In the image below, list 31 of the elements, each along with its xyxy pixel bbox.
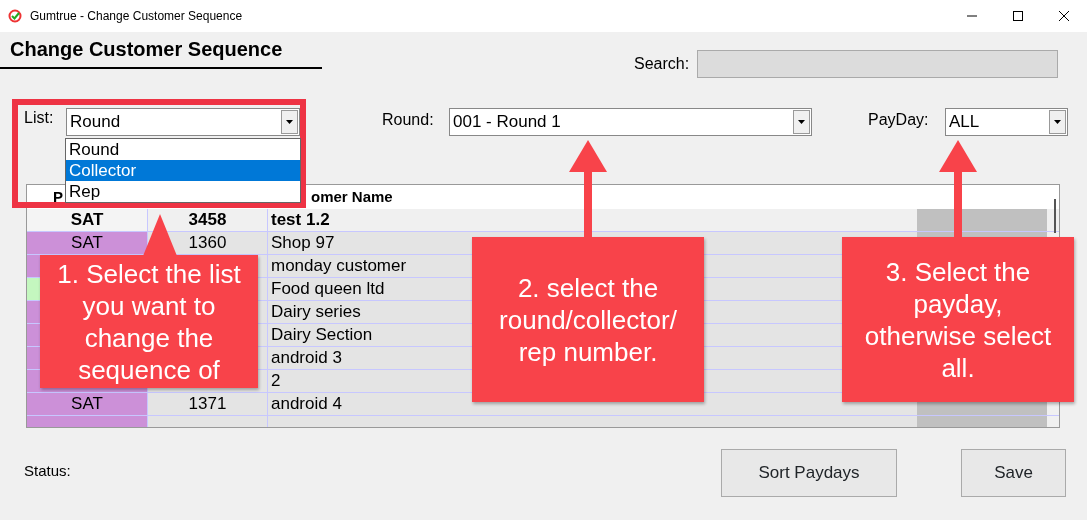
maximize-icon[interactable] xyxy=(1013,11,1023,21)
dropdown-option[interactable]: Rep xyxy=(66,181,300,202)
filter-label: List: xyxy=(24,108,54,128)
table-cell: 1371 xyxy=(147,393,267,415)
search-field[interactable] xyxy=(697,50,1059,78)
page-heading: Change Customer Sequence xyxy=(10,38,283,60)
caret-icon xyxy=(286,120,293,124)
dropdown-option[interactable]: Round xyxy=(66,139,300,160)
filter-label: PayDay: xyxy=(868,110,929,130)
table-cell: SAT xyxy=(27,232,147,254)
table-cell: SAT xyxy=(27,393,147,415)
callout: 1. Select the list you want to change the sequence of xyxy=(40,255,258,388)
close-icon[interactable] xyxy=(1059,11,1069,21)
scrollbar[interactable] xyxy=(1054,199,1056,233)
table-cell: SAT xyxy=(27,209,147,231)
filter-label: Round: xyxy=(382,110,434,130)
caret-icon xyxy=(1054,120,1061,124)
action-button[interactable]: Sort Paydays xyxy=(721,449,897,497)
status-label: Status: xyxy=(24,461,71,481)
dropdown[interactable]: ALL xyxy=(945,108,1068,136)
search-label: Search: xyxy=(634,54,690,74)
caret-icon xyxy=(798,120,805,124)
dropdown-option[interactable]: Collector xyxy=(66,160,300,181)
action-button[interactable]: Save xyxy=(961,449,1066,497)
window-title: Gumtrue - Change Customer Sequence xyxy=(30,8,243,25)
callout-pointer xyxy=(143,214,177,256)
dropdown[interactable]: Round xyxy=(66,108,300,136)
callout: 3. Select the payday, otherwise select all. xyxy=(842,237,1074,402)
callout: 2. select the round/collector/ rep number. xyxy=(472,237,704,402)
app-logo-icon xyxy=(8,9,22,23)
dropdown[interactable]: 001 - Round 1 xyxy=(449,108,812,136)
